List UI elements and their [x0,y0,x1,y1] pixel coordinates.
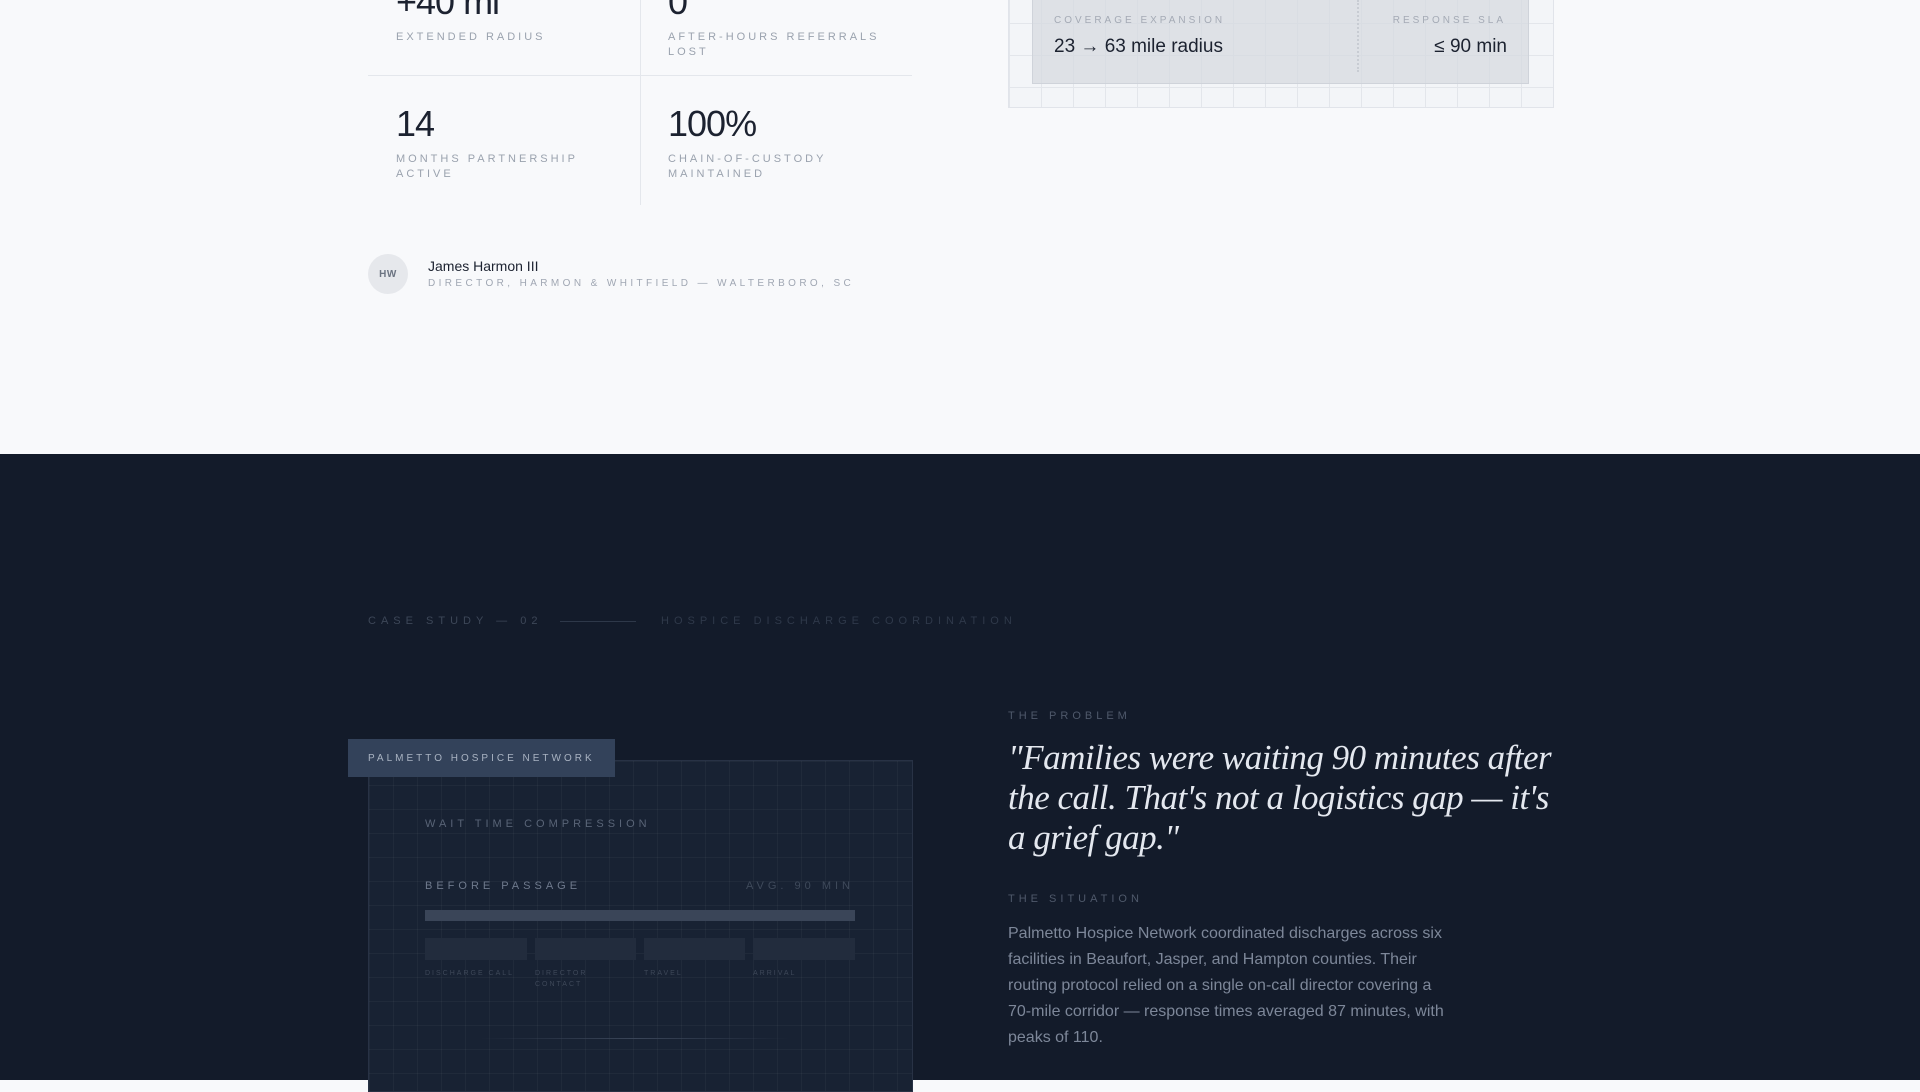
segment-label: Director Contact [535,970,588,988]
stat-value: +40 mi [396,0,500,22]
avg-wait-value: Avg. 90 min [746,880,854,892]
stat-value: 0 [668,0,688,22]
situation-text: Palmetto Hospice Network coordinated dis… [1008,925,1444,1046]
person-role: Director, Harmon & Whitfield — Walterbor… [428,278,855,289]
case-study-topic: Hospice Discharge Coordination [661,615,1017,627]
segment-label: Discharge Call [425,970,515,977]
case-study-section [0,454,1920,1080]
eyebrow-divider [560,621,636,622]
stat-label: Extended radius [396,31,546,43]
wait-time-title: Wait Time Compression [425,818,651,830]
segment-arrival [753,938,855,960]
stat-value: 14 [396,103,435,144]
segment-label: Arrival [753,970,797,977]
stat-label: Chain-of-custody maintained [668,153,827,180]
segment-director-contact [535,938,636,960]
org-tag: Palmetto Hospice Network [348,739,615,777]
stat-chain-of-custody: 100% Chain-of-custody maintained [668,106,868,182]
wait-time-card [368,760,913,1092]
stat-referrals-lost: 0 After-hours referrals lost [668,0,888,60]
stat-label: After-hours referrals lost [668,31,880,58]
avatar: HW [368,254,408,294]
stat-months-active: 14 Months partnership active [396,106,596,182]
before-passage-label: Before Passage [425,880,582,892]
sla-label: Response SLA [1392,15,1506,26]
stat-label: Months partnership active [396,153,578,180]
stat-value: 100% [668,103,757,144]
coverage-label: Coverage Expansion [1054,15,1226,26]
coverage-value: 23 → 63 mile radius [1054,36,1223,57]
segment-travel [644,938,745,960]
case-study-number: Case Study — 02 [368,615,543,627]
person-name: James Harmon III [428,258,539,274]
card-divider [480,1038,790,1039]
problem-quote: "Families were waiting 90 minutes after … [1008,738,1552,857]
situation-label: The Situation [1008,893,1143,905]
stat-extended-radius: +40 mi Extended radius [396,0,668,45]
segment-discharge-call [425,938,527,960]
segment-label: Travel [644,970,683,977]
sla-value: ≤ 90 min [1434,36,1507,57]
coverage-map-divider [1357,0,1359,72]
wait-time-bar [425,910,855,921]
problem-label: The Problem [1008,710,1131,722]
